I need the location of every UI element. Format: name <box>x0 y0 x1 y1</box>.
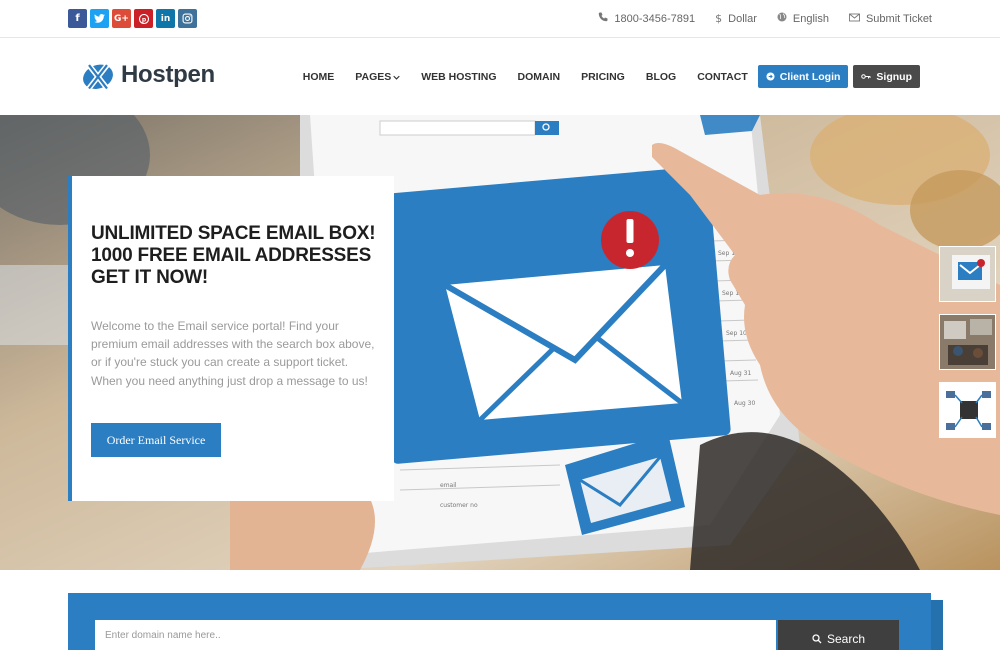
hero-title-line-3: GET IT NOW! <box>91 266 209 288</box>
domain-search-input[interactable] <box>95 620 776 650</box>
language-item[interactable]: English <box>777 12 829 25</box>
search-icon <box>812 634 822 644</box>
hero-title-line-2: 1000 FREE EMAIL ADDRESSES <box>91 244 372 266</box>
dollar-icon: $ <box>715 12 723 25</box>
phone-number: 1800-3456-7891 <box>614 12 696 25</box>
nav-pricing[interactable]: PRICING <box>581 71 625 83</box>
language-label: English <box>792 12 829 25</box>
nav-web-hosting[interactable]: WEB HOSTING <box>421 71 496 83</box>
svg-text:email: email <box>440 482 457 489</box>
submit-ticket-link[interactable]: Submit Ticket <box>849 12 932 25</box>
phone-icon <box>598 12 608 25</box>
nav-pages[interactable]: PAGES <box>355 71 400 83</box>
hero-banner: Re : company info ..(no subject) ... Re:… <box>0 115 1000 570</box>
site-logo[interactable]: Hostpen <box>80 57 215 93</box>
slider-thumb-2[interactable] <box>939 314 996 370</box>
slider-thumbnails <box>939 246 996 438</box>
signup-label: Signup <box>876 70 912 83</box>
submit-ticket-label: Submit Ticket <box>865 12 932 25</box>
search-band-shadow <box>931 600 943 650</box>
key-icon <box>861 74 871 79</box>
main-nav: HOME PAGES WEB HOSTING DOMAIN PRICING BL… <box>303 65 920 88</box>
nav-pages-label: PAGES <box>355 70 392 83</box>
top-contact-bar: 1800-3456-7891 $ Dollar English Submit T… <box>598 12 932 25</box>
hero-title-line-1: UNLIMITED SPACE EMAIL BOX! <box>91 223 376 244</box>
client-login-button[interactable]: Client Login <box>757 65 849 88</box>
hero-title: UNLIMITED SPACE EMAIL BOX! 1000 FREE EMA… <box>91 223 376 289</box>
chevron-down-icon <box>393 71 400 83</box>
slider-thumb-1[interactable] <box>939 246 996 302</box>
client-login-label: Client Login <box>779 70 841 83</box>
order-email-service-button[interactable]: Order Email Service <box>91 423 221 457</box>
svg-text:Aug 30: Aug 30 <box>734 400 755 407</box>
instagram-icon[interactable] <box>178 9 197 28</box>
nav-domain[interactable]: DOMAIN <box>518 71 561 83</box>
envelope-icon <box>849 12 860 25</box>
slider-thumb-3[interactable] <box>939 382 996 438</box>
facebook-icon[interactable]: f <box>68 9 87 28</box>
top-bar: f G+ p in 1800-3456-7891 $ Dollar Englis <box>0 0 1000 38</box>
linkedin-icon[interactable]: in <box>156 9 175 28</box>
svg-text:p: p <box>141 16 146 23</box>
svg-text:customer no: customer no <box>440 502 478 509</box>
nav-contact[interactable]: CONTACT <box>697 71 748 83</box>
main-header: Hostpen HOME PAGES WEB HOSTING DOMAIN PR… <box>0 39 1000 115</box>
svg-text:Aug 31: Aug 31 <box>730 370 751 377</box>
social-links: f G+ p in <box>68 9 197 28</box>
logo-mark-icon <box>83 60 113 93</box>
currency-label: Dollar <box>728 12 757 25</box>
nav-blog[interactable]: BLOG <box>646 71 676 83</box>
hero-text-panel: UNLIMITED SPACE EMAIL BOX! 1000 FREE EMA… <box>68 176 394 501</box>
sign-in-icon <box>766 72 775 81</box>
brand-name: Hostpen <box>121 61 215 88</box>
hero-description: Welcome to the Email service portal! Fin… <box>91 319 375 388</box>
search-button[interactable]: Search <box>778 620 899 650</box>
globe-icon <box>777 12 787 25</box>
pinterest-icon[interactable]: p <box>134 9 153 28</box>
twitter-icon[interactable] <box>90 9 109 28</box>
phone-item[interactable]: 1800-3456-7891 <box>598 12 695 25</box>
google-plus-icon[interactable]: G+ <box>112 9 131 28</box>
currency-item[interactable]: $ Dollar <box>715 12 757 25</box>
nav-home[interactable]: HOME <box>303 71 335 83</box>
svg-text:Sep 10: Sep 10 <box>726 330 747 337</box>
signup-button[interactable]: Signup <box>853 65 920 88</box>
search-button-label: Search <box>826 632 866 646</box>
